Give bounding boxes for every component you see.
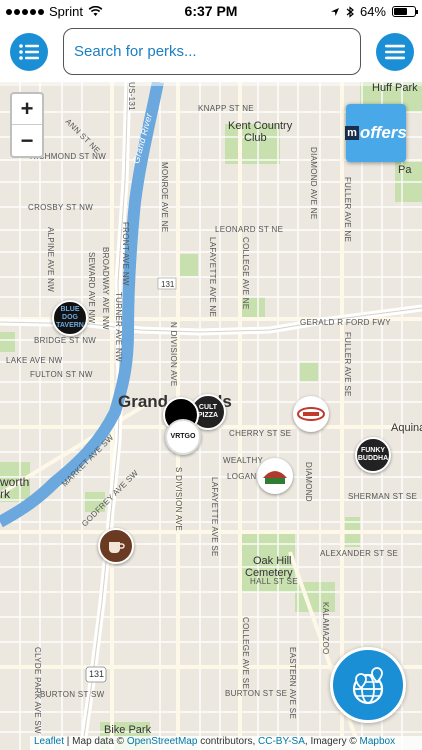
kent-country-club-label-1: Kent Country: [228, 120, 293, 132]
street-gerald-ford: GERALD R FORD FWY: [300, 318, 391, 327]
street-cherry: CHERRY ST SE: [229, 429, 292, 438]
marker-coffee-shop[interactable]: [98, 528, 134, 564]
street-eastern: EASTERN AVE SE: [288, 647, 297, 720]
ball-park-label: Pa: [398, 164, 412, 176]
leaflet-link[interactable]: Leaflet: [34, 736, 64, 747]
marker-funky-buddha[interactable]: FUNKY BUDDHA: [355, 437, 391, 473]
street-leonard: LEONARD ST NE: [215, 225, 284, 234]
mexican-logo-icon: [263, 471, 287, 484]
kent-country-club-label-2: Club: [244, 132, 267, 144]
ccbysa-link[interactable]: CC-BY-SA: [258, 736, 305, 747]
street-turner: TURNER AVE NW: [114, 292, 123, 362]
location-arrow-icon: [330, 7, 339, 16]
street-lake: LAKE AVE NW: [6, 356, 63, 365]
route-131-shield-south: 131: [89, 669, 105, 679]
street-monroe: MONROE AVE NE: [160, 162, 169, 233]
street-division-n: N DIVISION AVE: [169, 322, 178, 387]
street-burton: BURTON ST SE: [225, 689, 288, 698]
hamburger-menu-button[interactable]: [376, 33, 414, 71]
attribution-imagery: , Imagery ©: [304, 736, 360, 747]
street-fuller-se: FULLER AVE SE: [343, 332, 352, 397]
street-fuller: FULLER AVE NE: [343, 177, 352, 243]
zoom-control: + −: [10, 92, 44, 158]
zoom-out-button[interactable]: −: [12, 125, 42, 156]
street-diamond-se: DIAMOND: [304, 462, 313, 502]
marker-mexican-restaurant[interactable]: [257, 458, 293, 494]
street-clyde-park: CLYDE PARK AVE SW: [33, 647, 42, 734]
osm-link[interactable]: OpenStreetMap: [127, 736, 198, 747]
bike-park-label: Bike Park: [104, 724, 152, 736]
street-lafayette-se: LAFAYETTE AVE SE: [210, 477, 219, 557]
street-bridge: BRIDGE ST NW: [34, 336, 97, 345]
status-bar: Sprint 6:37 PM 64%: [0, 0, 422, 22]
offers-label: offers: [359, 123, 407, 142]
marker-blue-dog-tavern[interactable]: BLUE DOG TAVERN: [52, 300, 88, 336]
street-college-se: COLLEGE AVE SE: [241, 617, 250, 690]
marker-vertigo-label: VRTGO: [170, 433, 196, 440]
street-sherman: SHERMAN ST SE: [348, 492, 418, 501]
map-view[interactable]: Huff Park Kent Country Club Pa Grand ds …: [0, 82, 422, 750]
street-fulton: FULTON ST NW: [30, 370, 93, 379]
street-knapp: KNAPP ST NE: [198, 104, 254, 113]
oak-hill-label-1: Oak Hill: [253, 555, 292, 567]
search-input[interactable]: [74, 43, 360, 60]
explore-globe-button[interactable]: [330, 647, 406, 723]
map-attribution: Leaflet | Map data © OpenStreetMap contr…: [30, 736, 422, 750]
bluetooth-icon: [346, 5, 354, 18]
marker-vertigo[interactable]: VRTGO: [165, 419, 201, 455]
aquina-label: Aquina: [391, 422, 422, 434]
battery-percent: 64%: [359, 4, 386, 19]
battery-icon: [392, 6, 418, 17]
street-seward: SEWARD AVE NW: [87, 252, 96, 324]
street-alpine: ALPINE AVE NW: [46, 227, 55, 293]
route-131-shield: 131: [161, 280, 175, 289]
offers-m-logo: m: [345, 126, 359, 140]
grand-rapids-label-1: Grand: [118, 392, 169, 411]
zoom-in-button[interactable]: +: [12, 94, 42, 125]
street-diamond: DIAMOND AVE NE: [309, 147, 318, 220]
street-hall: HALL ST SE: [250, 577, 298, 586]
mapbox-link[interactable]: Mapbox: [360, 736, 396, 747]
street-college: COLLEGE AVE NE: [241, 237, 250, 310]
attribution-contributors: contributors,: [197, 736, 259, 747]
marker-diner[interactable]: [293, 396, 329, 432]
street-division: S DIVISION AVE: [174, 467, 183, 532]
offers-button[interactable]: m offers: [345, 104, 407, 162]
attribution-map-data: | Map data ©: [64, 736, 127, 747]
street-burton-sw: BURTON ST SW: [40, 690, 105, 699]
diner-logo-icon: [297, 407, 325, 421]
marker-blue-dog-label: BLUE DOG TAVERN: [56, 306, 84, 329]
street-kalamazoo: KALAMAZOO: [321, 602, 330, 655]
street-wealthy: WEALTHY: [223, 456, 264, 465]
street-crosby: CROSBY ST NW: [28, 203, 94, 212]
street-lafayette: LAFAYETTE AVE NE: [208, 237, 217, 318]
search-field[interactable]: [63, 28, 361, 75]
top-bar: [0, 22, 422, 82]
list-icon: [19, 44, 39, 60]
coffee-cup-icon: [109, 542, 125, 553]
street-broadway: BROADWAY AVE NW: [101, 247, 110, 330]
worth-park-label-2: rk: [0, 487, 10, 501]
street-us131: US-131: [127, 82, 136, 111]
list-menu-button[interactable]: [10, 33, 48, 71]
globe-pin-icon: [352, 667, 384, 705]
hamburger-icon: [385, 44, 405, 60]
street-alexander: ALEXANDER ST SE: [320, 549, 399, 558]
street-front: FRONT AVE NW: [121, 222, 130, 286]
huff-park-label: Huff Park: [372, 82, 418, 94]
marker-funky-buddha-label: FUNKY BUDDHA: [357, 447, 389, 462]
status-right-group: 64%: [330, 4, 418, 19]
